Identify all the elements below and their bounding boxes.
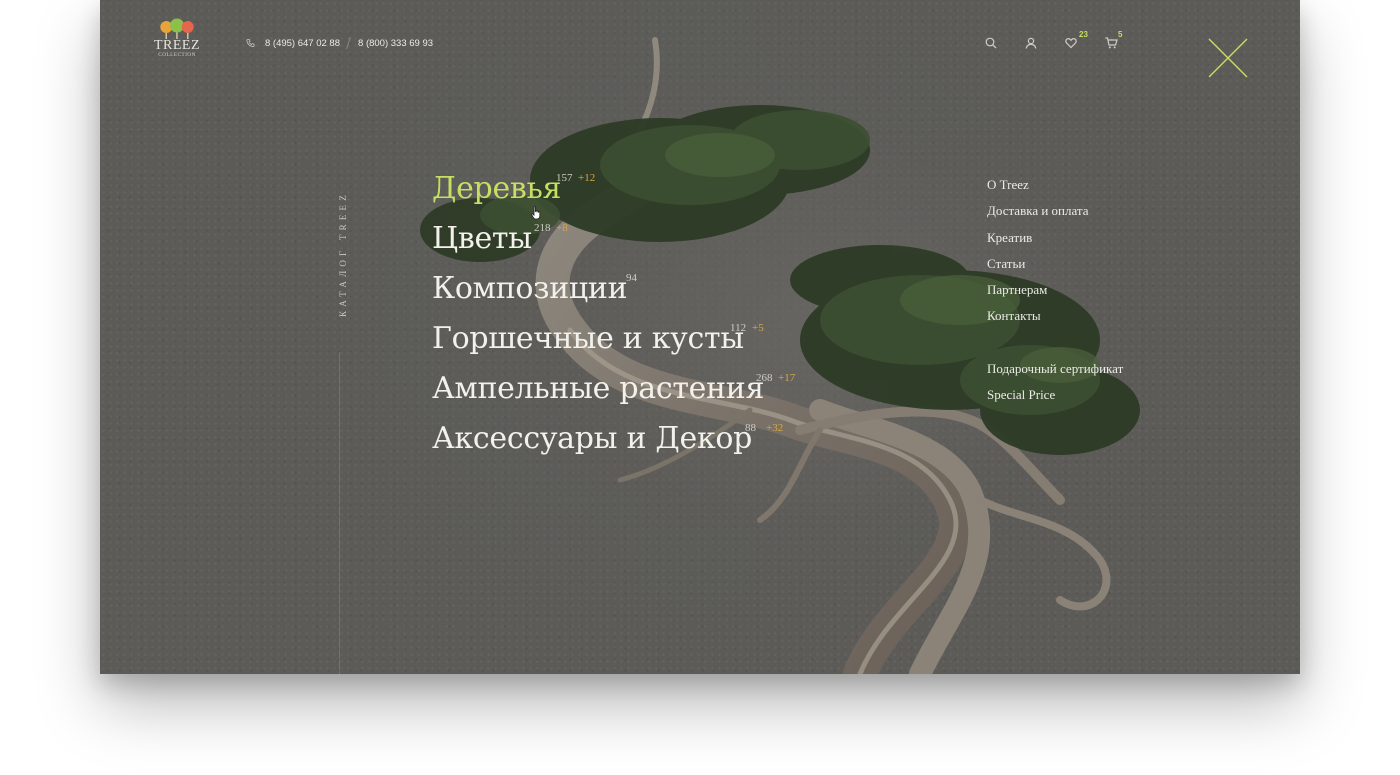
logo-text: TREEZ (153, 38, 201, 53)
catalog-item-label: Ампельные растения (432, 371, 765, 406)
hand-cursor-icon (531, 206, 541, 220)
catalog-item-label: Аксессуары и Декор (432, 421, 753, 456)
phone-divider (346, 37, 351, 49)
catalog-item-compositions[interactable]: Композиции 94 (432, 267, 764, 317)
logo-trees-icon (160, 18, 194, 39)
phone-number-free[interactable]: 8 (800) 333 69 93 (358, 38, 433, 49)
catalog-item-trees[interactable]: Деревья 157 +12 (432, 167, 764, 217)
info-link-articles[interactable]: Статьи (987, 251, 1123, 277)
catalog-item-label: Деревья (432, 171, 562, 206)
info-link-gift-certificate[interactable]: Подарочный сертификат (987, 356, 1123, 382)
catalog-item-new-count: +8 (556, 222, 568, 234)
catalog-item-new-count: +17 (778, 372, 796, 384)
logo-tagline: COLLECTION (158, 52, 196, 58)
menu-overlay: TREEZ COLLECTION 8 (495) 647 02 88 8 (80… (100, 0, 1300, 674)
user-icon[interactable] (1025, 36, 1037, 54)
catalog-item-label: Цветы (432, 221, 532, 256)
info-link-partners[interactable]: Партнерам (987, 277, 1123, 303)
brand-logo[interactable]: TREEZ COLLECTION (152, 18, 202, 58)
catalog-item-new-count: +12 (578, 172, 596, 184)
catalog-item-count: 157 (556, 172, 573, 184)
info-menu: О Treez Доставка и оплата Креатив Статьи… (987, 172, 1123, 408)
search-icon[interactable] (985, 36, 997, 54)
catalog-item-count: 268 (756, 372, 773, 384)
info-link-delivery[interactable]: Доставка и оплата (987, 198, 1123, 224)
info-link-contacts[interactable]: Контакты (987, 303, 1123, 329)
catalog-menu: Деревья 157 +12 Цветы 218 +8 Композиции … (432, 167, 795, 467)
catalog-item-potted-shrubs[interactable]: Горшечные и кусты 112 +5 (432, 317, 764, 367)
header-phones: 8 (495) 647 02 88 8 (800) 333 69 93 (246, 37, 433, 49)
catalog-item-count: 218 (534, 222, 551, 234)
catalog-item-count: 94 (626, 272, 637, 284)
catalog-vertical-label: КАТАЛОГ TREEZ (338, 191, 348, 317)
cart-count-badge: 5 (1118, 30, 1123, 39)
catalog-item-flowers[interactable]: Цветы 218 +8 (432, 217, 764, 267)
favorites-count-badge: 23 (1079, 30, 1088, 39)
close-menu-button[interactable] (1208, 38, 1248, 78)
phone-number-moscow[interactable]: 8 (495) 647 02 88 (265, 38, 340, 49)
catalog-item-label: Композиции (432, 271, 628, 306)
header-actions: 23 5 (985, 30, 1125, 54)
phone-icon (246, 38, 255, 48)
info-link-creative[interactable]: Креатив (987, 225, 1123, 251)
catalog-item-count: 112 (730, 322, 747, 334)
menu-spacer (987, 330, 1123, 356)
heart-icon[interactable] (1065, 36, 1077, 54)
catalog-item-ampel-plants[interactable]: Ампельные растения 268 +17 (432, 367, 795, 417)
catalog-item-label: Горшечные и кусты (432, 321, 744, 356)
close-icon (1208, 38, 1248, 78)
catalog-item-accessories-decor[interactable]: Аксессуары и Декор 88 +32 (432, 417, 783, 467)
vertical-divider (339, 352, 340, 674)
info-link-special-price[interactable]: Special Price (987, 382, 1123, 408)
catalog-item-new-count: +32 (766, 422, 784, 434)
catalog-item-new-count: +5 (752, 322, 764, 334)
catalog-item-count: 88 (745, 422, 756, 434)
info-link-about[interactable]: О Treez (987, 172, 1123, 198)
cart-icon[interactable] (1105, 36, 1118, 54)
